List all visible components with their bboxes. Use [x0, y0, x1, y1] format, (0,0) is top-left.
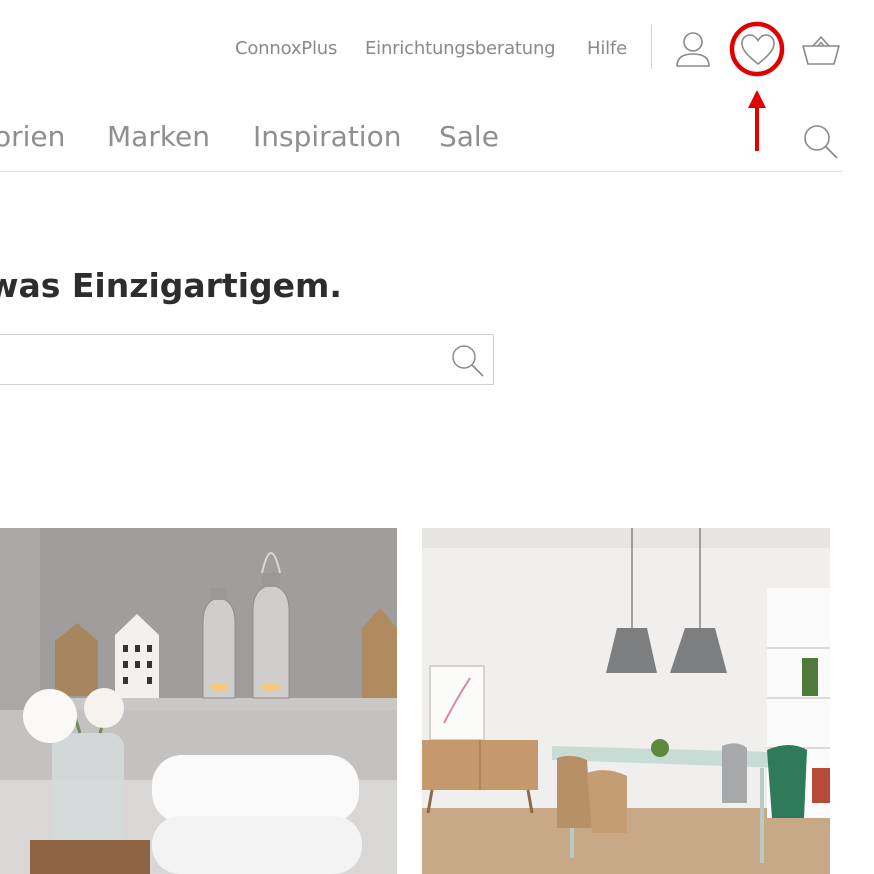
bathroom-photo	[0, 528, 397, 874]
nav-divider	[651, 25, 652, 69]
nav-item-kategorien[interactable]: orien	[0, 120, 65, 153]
user-icon	[676, 32, 710, 67]
main-search-button[interactable]	[802, 123, 840, 161]
annotation-highlight	[729, 21, 785, 151]
nav-item-marken[interactable]: Marken	[107, 120, 210, 153]
inspiration-tile-bathroom[interactable]	[0, 528, 397, 874]
hero-headline: was Einzigartigem.	[0, 266, 342, 305]
account-button[interactable]	[674, 30, 712, 70]
hero-search-field[interactable]	[0, 334, 494, 385]
hero-search-input[interactable]	[5, 335, 439, 385]
search-icon	[804, 125, 838, 159]
nav-link-einrichtungsberatung[interactable]: Einrichtungsberatung	[365, 38, 556, 59]
nav-divider-line	[0, 171, 843, 172]
dining-room-photo	[422, 528, 830, 874]
nav-link-connoxplus[interactable]: ConnoxPlus	[235, 38, 337, 59]
nav-item-inspiration[interactable]: Inspiration	[253, 120, 401, 153]
inspiration-tile-dining[interactable]	[422, 528, 830, 874]
nav-item-sale[interactable]: Sale	[439, 120, 499, 153]
search-icon	[452, 345, 484, 377]
cart-button[interactable]	[801, 33, 841, 69]
hero-search-button[interactable]	[451, 344, 485, 378]
basket-icon	[802, 36, 840, 65]
nav-link-hilfe[interactable]: Hilfe	[587, 38, 627, 59]
